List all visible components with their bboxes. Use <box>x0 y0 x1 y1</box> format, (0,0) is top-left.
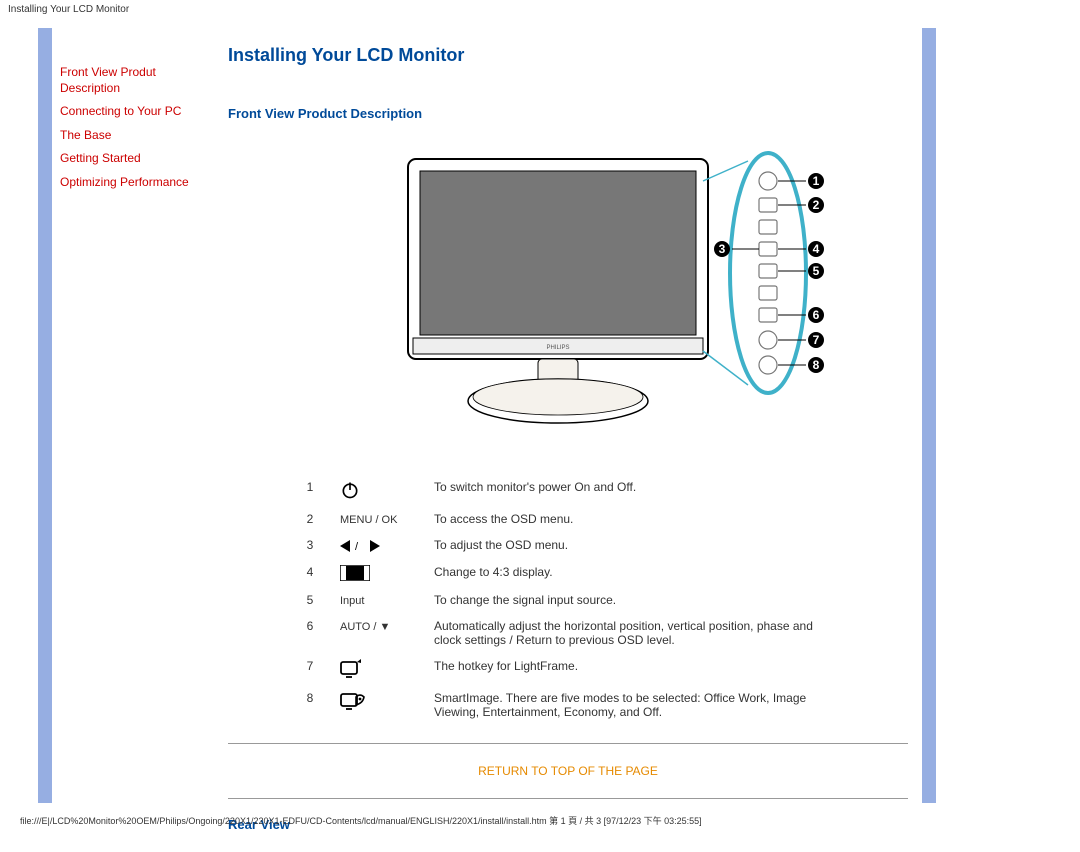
page-title: Installing Your LCD Monitor <box>228 45 908 66</box>
return-top-link[interactable]: RETURN TO TOP OF THE PAGE <box>228 764 908 778</box>
control-number: 8 <box>288 685 332 725</box>
svg-text:6: 6 <box>813 308 820 322</box>
svg-text:7: 7 <box>813 333 820 347</box>
control-desc: SmartImage. There are five modes to be s… <box>426 685 848 725</box>
control-desc: The hotkey for LightFrame. <box>426 653 848 685</box>
svg-text:5: 5 <box>813 264 820 278</box>
control-number: 1 <box>288 474 332 506</box>
control-desc: To switch monitor's power On and Off. <box>426 474 848 506</box>
control-number: 5 <box>288 587 332 613</box>
table-row: 3 / To adjust the OSD menu. <box>288 532 848 559</box>
controls-table: 1 To switch monitor's power On and Off. 2M… <box>288 474 848 725</box>
control-symbol <box>332 653 426 685</box>
table-row: 8 SmartImage. There are five modes to be … <box>288 685 848 725</box>
control-number: 4 <box>288 559 332 587</box>
sidebar-nav: Front View Produt Description Connecting… <box>60 65 215 199</box>
smartimage-icon <box>340 691 366 711</box>
symbol-text: Input <box>340 595 364 607</box>
monitor-brand: PHILIPS <box>546 345 569 351</box>
svg-text:/: / <box>355 541 359 553</box>
section-front-title: Front View Product Description <box>228 106 908 121</box>
sidebar-item-front-view[interactable]: Front View Produt Description <box>60 65 215 96</box>
control-symbol <box>332 559 426 587</box>
control-number: 3 <box>288 532 332 559</box>
control-desc: Change to 4:3 display. <box>426 559 848 587</box>
front-view-figure: PHILIPS <box>288 141 848 444</box>
svg-text:2: 2 <box>813 198 820 212</box>
main-content: Installing Your LCD Monitor Front View P… <box>228 45 908 852</box>
decor-bar-left <box>38 28 52 803</box>
power-icon <box>340 480 360 500</box>
svg-text:8: 8 <box>813 358 820 372</box>
table-row: 6 AUTO / ▼ Automatically adjust the horizo… <box>288 613 848 653</box>
aspect-icon <box>340 565 370 581</box>
control-number: 2 <box>288 506 332 532</box>
control-symbol <box>332 685 426 725</box>
table-row: 2 MENU / OK To access the OSD menu. <box>288 506 848 532</box>
control-symbol: / <box>332 532 426 559</box>
table-row: 7 The hotkey for LightFrame. <box>288 653 848 685</box>
control-symbol: MENU / OK <box>332 506 426 532</box>
sidebar-item-optimizing[interactable]: Optimizing Performance <box>60 175 215 191</box>
table-row: 1 To switch monitor's power On and Off. <box>288 474 848 506</box>
control-desc: To adjust the OSD menu. <box>426 532 848 559</box>
doc-header: Installing Your LCD Monitor <box>0 0 1080 19</box>
control-symbol: Input <box>332 587 426 613</box>
svg-text:1: 1 <box>813 174 820 188</box>
control-number: 6 <box>288 613 332 653</box>
footer-path: file:///E|/LCD%20Monitor%20OEM/Philips/O… <box>20 814 702 827</box>
page-wrap: Installing Your LCD Monitor Front View P… <box>0 0 1080 800</box>
sidebar-item-connecting[interactable]: Connecting to Your PC <box>60 104 215 120</box>
control-desc: To access the OSD menu. <box>426 506 848 532</box>
control-symbol: AUTO / ▼ <box>332 613 426 653</box>
symbol-text: MENU / OK <box>340 514 397 526</box>
symbol-text: AUTO / ▼ <box>340 621 390 633</box>
decor-bar-right <box>922 28 936 803</box>
divider-2 <box>228 798 908 799</box>
table-row: 5 Input To change the signal input source. <box>288 587 848 613</box>
sidebar-item-getting[interactable]: Getting Started <box>60 151 215 167</box>
divider-1 <box>228 743 908 744</box>
control-symbol <box>332 474 426 506</box>
arrows-icon: / <box>340 539 380 553</box>
control-number: 7 <box>288 653 332 685</box>
control-desc: Automatically adjust the horizontal posi… <box>426 613 848 653</box>
lightframe-icon <box>340 659 362 679</box>
svg-text:4: 4 <box>813 242 820 256</box>
sidebar-item-base[interactable]: The Base <box>60 128 215 144</box>
control-desc: To change the signal input source. <box>426 587 848 613</box>
table-row: 4 Change to 4:3 display. <box>288 559 848 587</box>
svg-text:3: 3 <box>719 242 726 256</box>
